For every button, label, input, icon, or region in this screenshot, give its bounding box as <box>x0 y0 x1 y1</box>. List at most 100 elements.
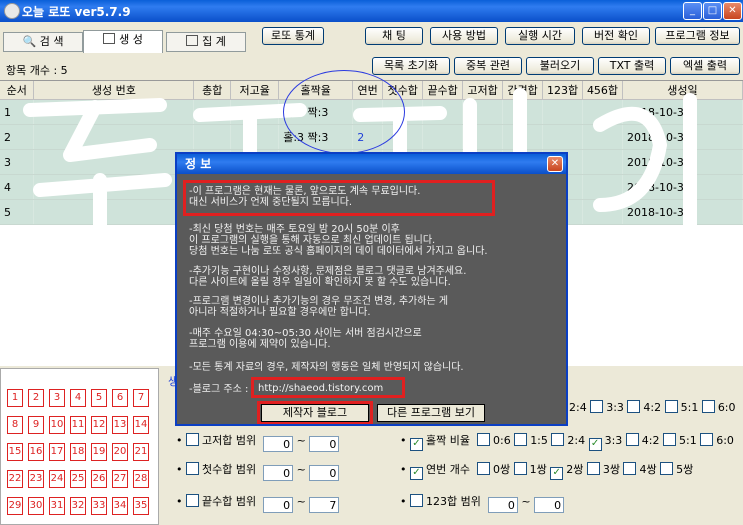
number-chip[interactable]: 10 <box>49 416 65 434</box>
number-chip[interactable]: 3 <box>49 389 65 407</box>
maximize-button[interactable]: □ <box>703 2 722 20</box>
consec-option[interactable] <box>513 462 527 475</box>
ratio-checkbox[interactable] <box>514 433 528 446</box>
number-chip[interactable]: 14 <box>133 416 149 434</box>
number-chip[interactable]: 32 <box>70 497 86 515</box>
number-chip[interactable]: 31 <box>49 497 65 515</box>
number-chip[interactable]: 23 <box>28 470 44 488</box>
consec-option[interactable]: ✓ <box>550 467 564 480</box>
lotto-stats-button[interactable]: 로또 통계 <box>262 27 324 45</box>
number-chip[interactable]: 24 <box>49 470 65 488</box>
column-header[interactable]: 간격합 <box>502 81 544 100</box>
consec-option[interactable] <box>660 462 674 475</box>
sum123-min-spin[interactable]: 0 <box>487 497 518 513</box>
number-chip[interactable]: 17 <box>49 443 65 461</box>
number-chip[interactable]: 33 <box>91 497 107 515</box>
hilo-max-spin[interactable]: 0 <box>309 436 340 452</box>
runtime-button[interactable]: 실행 시간 <box>505 27 575 45</box>
txt-export-button[interactable]: TXT 출력 <box>598 57 666 75</box>
column-header[interactable]: 저고율 <box>230 81 280 100</box>
number-chip[interactable]: 34 <box>112 497 128 515</box>
dialog-close-button[interactable]: ✕ <box>547 156 563 172</box>
column-header[interactable]: 끝수합 <box>422 81 464 100</box>
ratio-checkbox[interactable] <box>590 400 604 413</box>
number-chip[interactable]: 5 <box>91 389 107 407</box>
column-header[interactable]: 총합 <box>193 81 232 100</box>
consec-option[interactable] <box>586 462 600 475</box>
ratio-checkbox[interactable] <box>701 400 715 413</box>
author-blog-button[interactable]: 제작자 블로그 <box>261 404 369 422</box>
number-chip[interactable]: 25 <box>70 470 86 488</box>
sum123-checkbox[interactable] <box>410 494 423 507</box>
column-header[interactable]: 생성 번호 <box>33 81 195 100</box>
ratio-checkbox[interactable] <box>700 433 714 446</box>
last-sum-checkbox[interactable] <box>186 494 199 507</box>
last-sum-min-spin[interactable]: 0 <box>263 497 294 513</box>
tab-generate[interactable]: 생 성 <box>83 30 163 53</box>
chat-button[interactable]: 채 팅 <box>365 27 423 45</box>
ratio-checkbox[interactable] <box>551 433 565 446</box>
excel-export-button[interactable]: 엑셀 출력 <box>670 57 740 75</box>
number-chip[interactable]: 15 <box>7 443 23 461</box>
number-chip[interactable]: 29 <box>7 497 23 515</box>
number-chip[interactable]: 22 <box>7 470 23 488</box>
load-button[interactable]: 불러오기 <box>526 57 594 75</box>
ratio-checkbox[interactable]: ✓ <box>588 438 602 451</box>
first-sum-max-spin[interactable]: 0 <box>309 465 340 481</box>
tab-tally[interactable]: 집 계 <box>166 32 246 52</box>
hilo-min-spin[interactable]: 0 <box>263 436 294 452</box>
duplicates-button[interactable]: 중복 관련 <box>454 57 522 75</box>
ratio-checkbox[interactable] <box>476 433 490 446</box>
column-header[interactable]: 생성일 <box>622 81 743 100</box>
number-chip[interactable]: 28 <box>133 470 149 488</box>
first-sum-checkbox[interactable] <box>186 462 199 475</box>
number-chip[interactable]: 4 <box>70 389 86 407</box>
number-chip[interactable]: 1 <box>7 389 23 407</box>
number-chip[interactable]: 13 <box>112 416 128 434</box>
ratio-checkbox[interactable] <box>663 433 676 446</box>
number-chip[interactable]: 8 <box>7 416 23 434</box>
hilo-range-checkbox[interactable] <box>186 433 199 446</box>
cell-hilo <box>230 99 280 125</box>
sum123-max-spin[interactable]: 0 <box>534 497 565 513</box>
last-sum-max-spin[interactable]: 7 <box>309 497 340 513</box>
version-button[interactable]: 버전 확인 <box>582 27 650 45</box>
number-chip[interactable]: 21 <box>133 443 149 461</box>
column-header[interactable]: 123합 <box>542 81 584 100</box>
number-chip[interactable]: 9 <box>28 416 44 434</box>
number-chip[interactable]: 11 <box>70 416 86 434</box>
number-chip[interactable]: 16 <box>28 443 44 461</box>
oddeven-checkbox[interactable]: ✓ <box>410 438 423 451</box>
minimize-button[interactable]: _ <box>683 2 702 20</box>
number-chip[interactable]: 6 <box>112 389 128 407</box>
ratio-row-1: 2:4 3:3 4:2 5:1 6:0 <box>569 400 736 414</box>
tab-search[interactable]: 🔍 검 색 <box>3 32 83 52</box>
howto-button[interactable]: 사용 방법 <box>430 27 498 45</box>
number-chip[interactable]: 18 <box>70 443 86 461</box>
number-chip[interactable]: 19 <box>91 443 107 461</box>
number-chip[interactable]: 7 <box>133 389 149 407</box>
column-header[interactable]: 순서 <box>0 81 35 100</box>
number-chip[interactable]: 26 <box>91 470 107 488</box>
number-chip[interactable]: 20 <box>112 443 128 461</box>
number-chip[interactable]: 2 <box>28 389 44 407</box>
blog-url[interactable]: http://shaeod.tistory.com <box>258 383 383 394</box>
column-header[interactable]: 456합 <box>582 81 623 100</box>
reset-list-button[interactable]: 목록 초기화 <box>372 57 450 75</box>
number-chip[interactable]: 12 <box>91 416 107 434</box>
program-info-button[interactable]: 프로그램 정보 <box>655 27 740 45</box>
column-header[interactable]: 고저합 <box>462 81 504 100</box>
ratio-checkbox[interactable] <box>627 400 641 413</box>
other-programs-button[interactable]: 다른 프로그램 보기 <box>377 404 485 422</box>
ratio-checkbox[interactable] <box>664 400 678 413</box>
consec-checkbox[interactable]: ✓ <box>410 467 423 480</box>
close-button[interactable]: ✕ <box>723 2 742 20</box>
number-chip[interactable]: 35 <box>133 497 149 515</box>
number-chip[interactable]: 30 <box>28 497 44 515</box>
number-chip[interactable]: 27 <box>112 470 128 488</box>
ratio-checkbox[interactable] <box>625 433 639 446</box>
consec-option[interactable] <box>623 462 637 475</box>
first-sum-min-spin[interactable]: 0 <box>263 465 294 481</box>
cell-hilosum <box>462 99 504 125</box>
consec-option[interactable] <box>476 462 490 475</box>
